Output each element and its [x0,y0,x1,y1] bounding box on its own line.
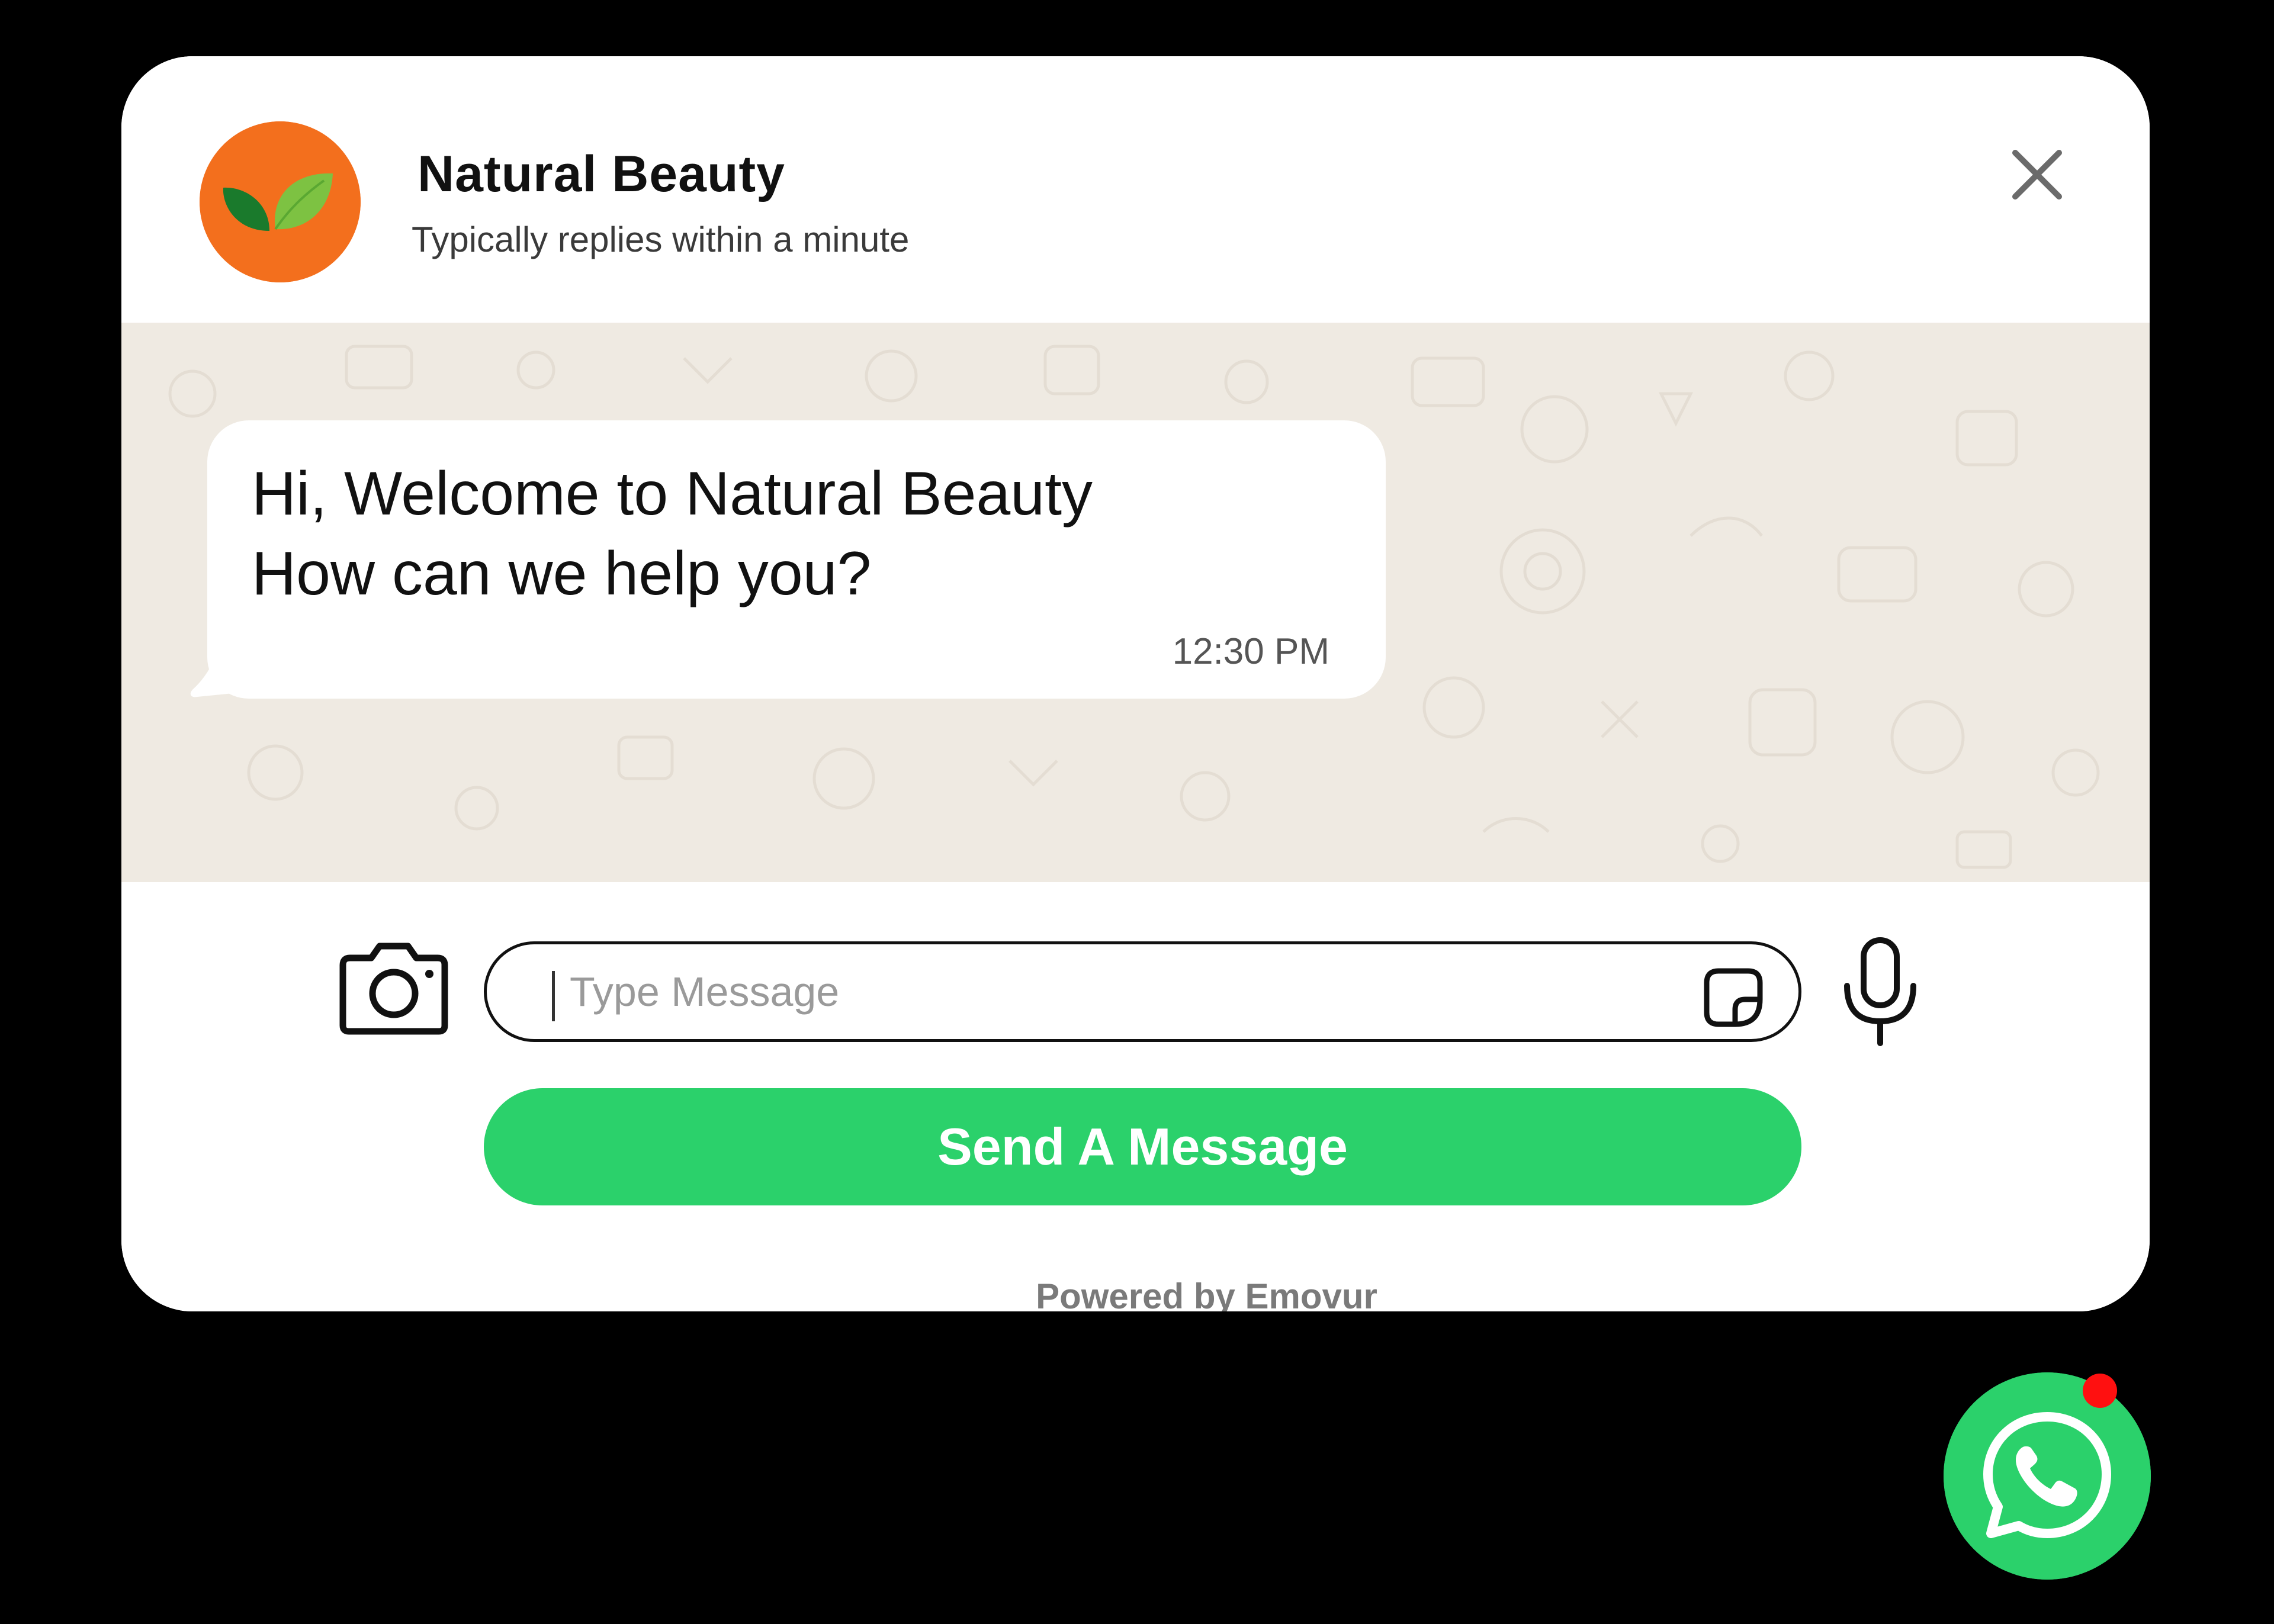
message-composer: Send A Message Powered by Emovur [121,882,2150,1311]
whatsapp-launcher-button[interactable] [1944,1372,2151,1580]
microphone-button[interactable] [1839,935,1922,1048]
send-message-button[interactable]: Send A Message [484,1088,1801,1205]
chat-header: Natural Beauty Typically replies within … [121,56,2150,323]
message-input-container [484,941,1801,1042]
brand-name: Natural Beauty [417,146,785,202]
camera-icon [339,943,448,1035]
camera-button[interactable] [335,941,453,1036]
whatsapp-icon [1944,1372,2151,1580]
message-line: How can we help you? [252,539,872,608]
microphone-icon [1844,937,1916,1046]
message-timestamp: 12:30 PM [1172,631,1329,672]
text-caret [552,971,555,1021]
chat-widget: Natural Beauty Typically replies within … [121,56,2150,1311]
leaf-logo-icon [200,121,361,282]
notification-badge [2083,1374,2117,1408]
powered-by-text: Powered by Emovur [1036,1276,1377,1311]
brand-avatar [200,121,361,282]
sticker-button[interactable] [1701,965,1766,1030]
close-button[interactable] [2005,142,2070,207]
sticker-icon [1704,968,1763,1027]
message-bubble: Hi, Welcome to Natural Beauty How can we… [207,420,1386,699]
message-line: Hi, Welcome to Natural Beauty [252,459,1093,528]
powered-by-footer: Powered by Emovur [121,1276,2150,1311]
close-icon [2012,150,2062,200]
reply-status: Typically replies within a minute [412,220,910,259]
message-input[interactable] [570,959,1665,1024]
chat-area: Hi, Welcome to Natural Beauty How can we… [121,323,2150,882]
